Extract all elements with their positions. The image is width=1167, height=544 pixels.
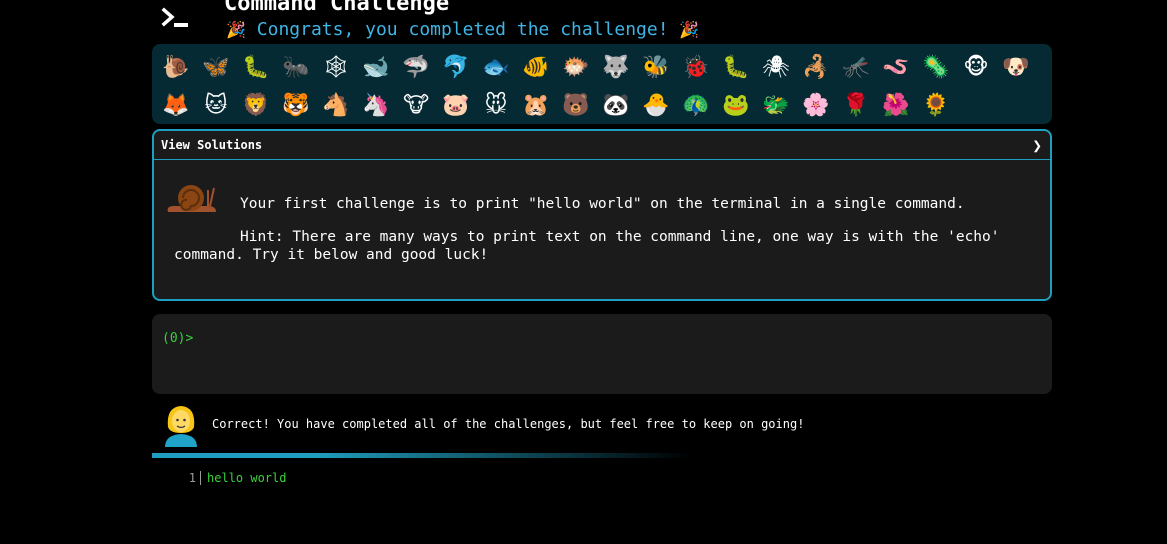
- divider-bar: [152, 453, 692, 458]
- user-avatar-icon: [165, 406, 197, 447]
- view-solutions-label: View Solutions: [161, 138, 263, 152]
- challenge-emoji-row1-13[interactable]: 🐝: [636, 48, 676, 86]
- challenge-emoji-row2-16[interactable]: 🐲: [756, 86, 796, 124]
- view-solutions-toggle[interactable]: View Solutions ❯: [154, 131, 1050, 160]
- challenge-emoji-row2-4[interactable]: 🐯: [276, 86, 316, 124]
- challenge-emoji-row2-1[interactable]: 🦊: [156, 86, 196, 124]
- challenge-emoji-row1-14[interactable]: 🐞: [676, 48, 716, 86]
- challenge-emoji-row2-2[interactable]: 🐱: [196, 86, 236, 124]
- challenge-emoji-row2-12[interactable]: 🐼: [596, 86, 636, 124]
- challenge-emoji-row2-17[interactable]: 🌸: [796, 86, 836, 124]
- challenge-emoji-row2-11[interactable]: 🐻: [556, 86, 596, 124]
- challenge-emoji-row1-17[interactable]: 🦂: [796, 48, 836, 86]
- terminal-prompt: (0)>: [162, 331, 194, 346]
- output-line: 1 hello world: [180, 471, 286, 485]
- challenge-emoji-row1-12[interactable]: 🐺: [596, 48, 636, 86]
- challenge-emoji-row1-22[interactable]: 🐶: [996, 48, 1036, 86]
- congrats-banner: 🎉 Congrats, you completed the challenge!…: [226, 18, 699, 42]
- challenge-emoji-row1-10[interactable]: 🐠: [516, 48, 556, 86]
- challenge-emoji-row1-21[interactable]: 🐵: [956, 48, 996, 86]
- challenge-emoji-row1-18[interactable]: 🦟: [836, 48, 876, 86]
- challenge-text: Your first challenge is to print "hello …: [240, 196, 965, 212]
- challenge-emoji-row2-13[interactable]: 🐣: [636, 86, 676, 124]
- hint-text: Hint: There are many ways to print text …: [174, 229, 1000, 263]
- emoji-row-1: 🐌 🦋 🐛 🐜 🕸 🐋 🦈 🐬 🐟 🐠 🐡 🐺 🐝 🐞 🐛 🕷 🦂 🦟 🪱 🦠 🐵 🐶: [156, 48, 1048, 86]
- challenge-emoji-row2-5[interactable]: 🐴: [316, 86, 356, 124]
- challenge-emoji-row2-10[interactable]: 🐹: [516, 86, 556, 124]
- page-title: Command Challenge: [224, 0, 450, 16]
- challenge-emoji-row1-19[interactable]: 🪱: [876, 48, 916, 86]
- challenge-emoji-row1-7[interactable]: 🦈: [396, 48, 436, 86]
- challenge-emoji-row2-7[interactable]: 🐮: [396, 86, 436, 124]
- feedback-message: Correct! You have completed all of the c…: [212, 417, 805, 431]
- party-popper-icon: 🎉: [679, 20, 700, 39]
- challenge-progress-panel: 🐌 🦋 🐛 🐜 🕸 🐋 🦈 🐬 🐟 🐠 🐡 🐺 🐝 🐞 🐛 🕷 🦂 🦟 🪱 🦠 🐵 🐶 🦊 🐱 🦁 🐯 🐴 🦄 🐮 🐷 🐭 🐹 🐻 🐼 🐣 🦚 🐸 🐲 🌸…: [152, 44, 1052, 124]
- challenge-emoji-row2-20[interactable]: 🌻: [916, 86, 956, 124]
- party-popper-icon: 🎉: [226, 20, 246, 39]
- congrats-text: Congrats, you completed the challenge!: [256, 19, 669, 40]
- emoji-row-2: 🦊 🐱 🦁 🐯 🐴 🦄 🐮 🐷 🐭 🐹 🐻 🐼 🐣 🦚 🐸 🐲 🌸 🌹 🌺 🌻: [156, 86, 1048, 124]
- challenge-emoji-row2-8[interactable]: 🐷: [436, 86, 476, 124]
- challenge-emoji-row2-6[interactable]: 🦄: [356, 86, 396, 124]
- challenge-emoji-row1-6[interactable]: 🐋: [356, 48, 396, 86]
- challenge-emoji-row1-8[interactable]: 🐬: [436, 48, 476, 86]
- challenge-emoji-row2-14[interactable]: 🦚: [676, 86, 716, 124]
- challenge-emoji-row2-19[interactable]: 🌺: [876, 86, 916, 124]
- challenge-emoji-row1-3[interactable]: 🐛: [236, 48, 276, 86]
- challenge-emoji-row1-5[interactable]: 🕸: [316, 48, 356, 86]
- challenge-emoji-row1-20[interactable]: 🦠: [916, 48, 956, 86]
- challenge-emoji-row1-11[interactable]: 🐡: [556, 48, 596, 86]
- challenge-emoji-row2-9[interactable]: 🐭: [476, 86, 516, 124]
- terminal-icon[interactable]: [160, 6, 190, 30]
- challenge-emoji-row2-15[interactable]: 🐸: [716, 86, 756, 124]
- challenge-emoji-row1-4[interactable]: 🐜: [276, 48, 316, 86]
- challenge-emoji-row1-15[interactable]: 🐛: [716, 48, 756, 86]
- challenge-emoji-row1-2[interactable]: 🦋: [196, 48, 236, 86]
- chevron-right-icon[interactable]: ❯: [1032, 136, 1042, 155]
- challenge-emoji-row1-16[interactable]: 🕷: [756, 48, 796, 86]
- challenge-card: View Solutions ❯ Your first challenge is…: [152, 129, 1052, 301]
- challenge-emoji-row2-3[interactable]: 🦁: [236, 86, 276, 124]
- challenge-emoji-row1-9[interactable]: 🐟: [476, 48, 516, 86]
- line-number: 1: [180, 471, 201, 485]
- output-text: hello world: [207, 471, 287, 485]
- snail-icon: [167, 185, 216, 212]
- challenge-emoji-row2-18[interactable]: 🌹: [836, 86, 876, 124]
- terminal-input-area[interactable]: (0)>: [152, 314, 1052, 394]
- challenge-emoji-row1-1[interactable]: 🐌: [156, 48, 196, 86]
